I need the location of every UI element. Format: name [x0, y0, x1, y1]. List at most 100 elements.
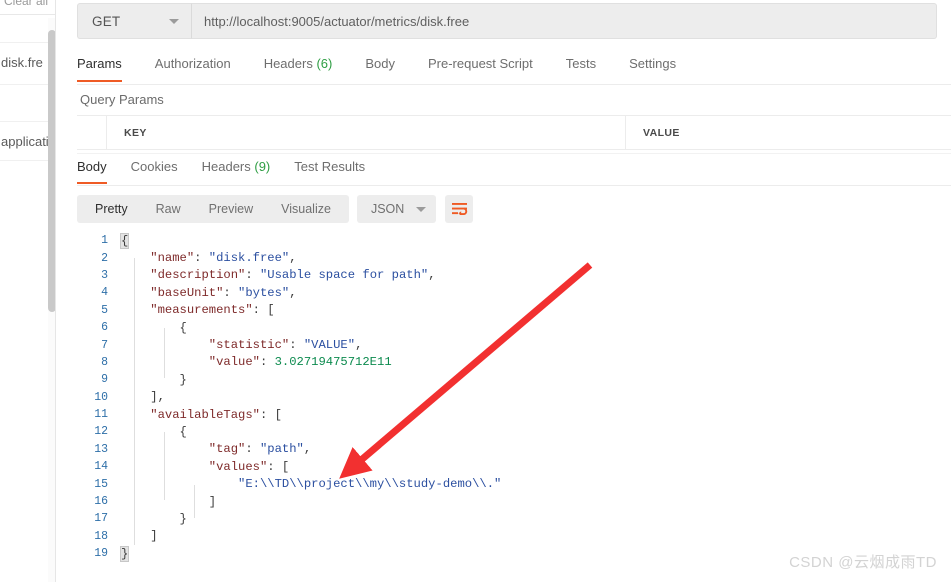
json-line-text: "description": "Usable space for path", — [121, 268, 951, 282]
line-number: 6 — [101, 321, 108, 335]
tab-pre-request-script[interactable]: Pre-request Script — [428, 52, 533, 82]
url-input[interactable]: http://localhost:9005/actuator/metrics/d… — [192, 3, 937, 39]
table-column-key: KEY — [107, 116, 626, 149]
json-line-text: "statistic": "VALUE", — [121, 338, 951, 352]
sidebar-item-application[interactable]: applicati — [0, 134, 49, 149]
json-token-punct: : — [245, 268, 260, 283]
line-number: 10 — [94, 390, 108, 404]
json-token-punct: ] — [150, 529, 158, 544]
word-wrap-icon — [451, 203, 467, 216]
tab-authorization-label: Authorization — [154, 56, 231, 71]
tab-headers-count: (6) — [316, 56, 333, 71]
view-mode-raw[interactable]: Raw — [142, 195, 195, 223]
json-token-punct: , — [289, 285, 297, 300]
json-token-str: "E:\\TD\\project\\my\\study-demo\\." — [238, 477, 502, 492]
main-panel: GET http://localhost:9005/actuator/metri… — [57, 0, 951, 582]
json-line: 17 } — [77, 510, 951, 527]
request-tabs: Params Authorization Headers (6) Body Pr… — [77, 52, 937, 85]
tab-body-label: Body — [365, 56, 395, 71]
json-token-punct: , — [289, 251, 297, 266]
response-view-mode-group: Pretty Raw Preview Visualize — [77, 195, 349, 223]
json-line: 16 ] — [77, 493, 951, 510]
json-line-text: } — [121, 373, 951, 387]
response-format-label: JSON — [370, 202, 405, 216]
view-mode-pretty[interactable]: Pretty — [81, 195, 142, 223]
json-token-punct: ], — [150, 390, 165, 405]
response-tab-test-results-label: Test Results — [294, 159, 366, 174]
response-tab-headers-label: Headers — [201, 159, 251, 174]
response-tab-cookies[interactable]: Cookies — [131, 156, 178, 184]
line-number: 17 — [94, 512, 108, 526]
word-wrap-button[interactable] — [445, 195, 474, 223]
line-number: 12 — [94, 425, 108, 439]
tab-tests-label: Tests — [565, 56, 597, 71]
line-number: 19 — [94, 547, 108, 561]
tab-settings[interactable]: Settings — [629, 52, 676, 82]
watermark: CSDN @云烟成雨TD — [789, 554, 937, 571]
response-tab-body-label: Body — [77, 159, 107, 174]
line-number: 14 — [94, 460, 108, 474]
json-token-punct: } — [119, 545, 130, 562]
json-line-text: } — [121, 512, 951, 526]
response-format-select[interactable]: JSON — [356, 195, 437, 223]
table-checkbox-column — [77, 116, 107, 149]
tab-body[interactable]: Body — [365, 52, 395, 82]
url-text: http://localhost:9005/actuator/metrics/d… — [204, 13, 470, 29]
json-token-key: "description" — [150, 268, 246, 283]
response-tab-body[interactable]: Body — [77, 156, 107, 184]
json-token-key: "statistic" — [208, 338, 290, 353]
json-line-text: "baseUnit": "bytes", — [121, 286, 951, 300]
response-view-toolbar: Pretty Raw Preview Visualize JSON — [77, 195, 474, 223]
json-line: 4 "baseUnit": "bytes", — [77, 284, 951, 301]
view-mode-visualize[interactable]: Visualize — [267, 195, 345, 223]
sidebar-scrollbar-thumb[interactable] — [48, 30, 55, 312]
json-line: 2 "name": "disk.free", — [77, 249, 951, 266]
http-method-select[interactable]: GET — [77, 3, 192, 39]
response-tab-headers[interactable]: Headers (9) — [202, 156, 271, 184]
json-line-text: ] — [121, 529, 951, 543]
json-token-str: "VALUE" — [303, 338, 356, 353]
sidebar-clear-all-button[interactable]: Clear all — [4, 0, 48, 8]
sidebar-item-disk-free[interactable]: disk.fre — [0, 55, 43, 70]
json-token-str: "Usable space for path" — [259, 268, 429, 283]
tab-tests[interactable]: Tests — [566, 52, 596, 82]
response-tab-test-results[interactable]: Test Results — [294, 156, 365, 184]
line-number: 13 — [94, 442, 108, 456]
json-token-punct: : — [194, 251, 209, 266]
table-column-value-label: VALUE — [643, 126, 680, 139]
json-line: 5 "measurements": [ — [77, 302, 951, 319]
response-body-json-viewer[interactable]: 1{2 "name": "disk.free", 3 "description":… — [77, 232, 951, 582]
json-line: 1{ — [77, 232, 951, 249]
line-number: 18 — [94, 529, 108, 543]
json-token-punct: : — [223, 285, 239, 300]
line-number: 16 — [94, 495, 108, 509]
line-number: 4 — [101, 286, 108, 300]
query-params-empty-row[interactable] — [77, 150, 951, 154]
tab-params[interactable]: Params — [77, 52, 122, 82]
json-token-punct: : [ — [252, 303, 275, 318]
response-tab-cookies-label: Cookies — [130, 159, 178, 174]
json-line-text: "values": [ — [121, 460, 951, 474]
view-mode-raw-label: Raw — [155, 202, 181, 216]
response-tabs-divider — [77, 185, 951, 186]
view-mode-preview[interactable]: Preview — [195, 195, 267, 223]
json-line-text: "name": "disk.free", — [121, 251, 951, 265]
json-line-text: "E:\\TD\\project\\my\\study-demo\\." — [121, 477, 951, 491]
line-number: 15 — [94, 477, 108, 491]
json-line-text: { — [119, 232, 951, 249]
line-number: 5 — [101, 303, 108, 317]
json-line: 6 { — [77, 319, 951, 336]
json-token-punct: } — [179, 511, 187, 526]
tab-authorization[interactable]: Authorization — [155, 52, 231, 82]
tab-headers-label: Headers — [263, 56, 313, 71]
view-mode-preview-label: Preview — [208, 202, 254, 216]
tab-headers[interactable]: Headers (6) — [264, 52, 333, 82]
json-line-text: { — [121, 425, 951, 439]
json-token-num: 3.02719475712E11 — [274, 355, 392, 370]
json-token-punct: , — [428, 268, 436, 283]
json-line: 11 "availableTags": [ — [77, 406, 951, 423]
json-token-key: "values" — [208, 459, 268, 474]
json-token-punct: : — [289, 338, 304, 353]
line-number: 3 — [101, 268, 108, 282]
request-url-bar: GET http://localhost:9005/actuator/metri… — [77, 3, 937, 39]
